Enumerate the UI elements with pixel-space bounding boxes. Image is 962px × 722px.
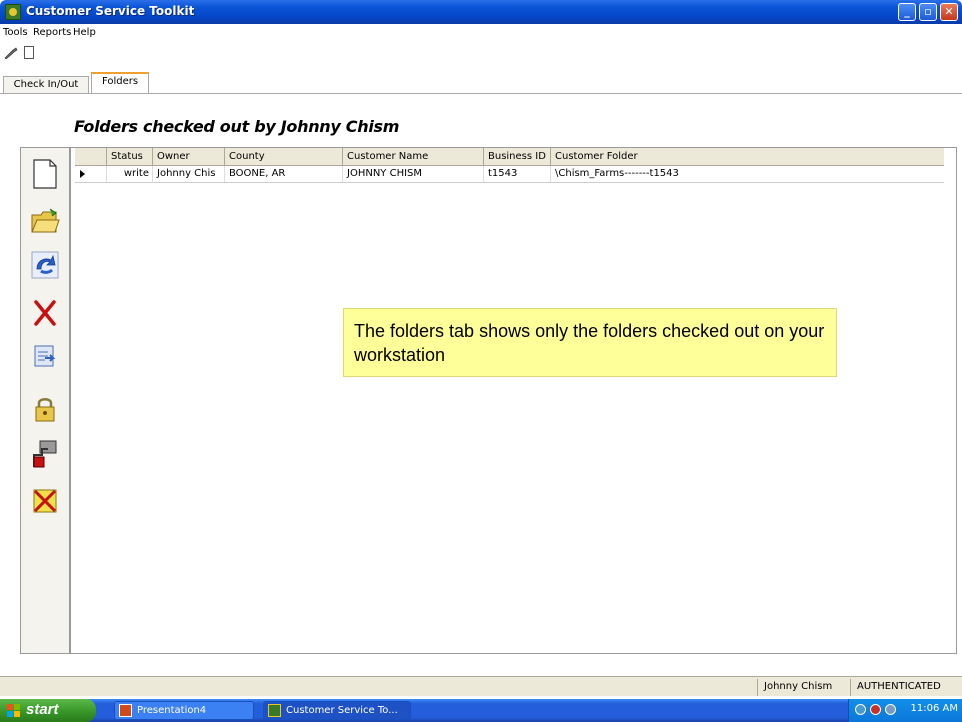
header-selector [75,148,107,165]
cancel-checkout-icon[interactable] [29,485,61,517]
volume-icon[interactable] [885,704,896,715]
menu-bar: Tools Reports Help [0,24,962,42]
column-owner[interactable]: Owner [153,148,225,165]
system-tray: 11:06 AM [848,699,962,722]
column-status[interactable]: Status [107,148,153,165]
cell-customer-folder: \Chism_Farms-------t1543 [555,168,679,179]
windows-logo-icon [7,704,20,717]
status-bar: Johnny Chism AUTHENTICATED [0,676,962,696]
menu-help[interactable]: Help [73,27,96,38]
column-business-id[interactable]: Business ID [484,148,551,165]
task-label: Customer Service To... [286,705,398,716]
transfer-icon[interactable] [29,438,61,470]
taskbar: start Presentation4 Customer Service To.… [0,699,962,722]
maximize-button[interactable]: ▫ [919,3,937,21]
start-label: start [26,701,59,718]
menu-reports[interactable]: Reports [33,27,71,38]
status-user: Johnny Chism [757,679,849,696]
close-button[interactable]: ✕ [940,3,958,21]
page-title: Folders checked out by Johnny Chism [74,117,400,136]
delete-icon[interactable] [29,297,61,329]
column-customer-folder[interactable]: Customer Folder [551,148,944,165]
window-title: Customer Service Toolkit [26,4,195,18]
action-sidebar [20,147,70,654]
cell-business-id: t1543 [484,166,551,182]
table-row[interactable]: write Johnny Chis BOONE, AR JOHNNY CHISM… [75,166,944,183]
start-button[interactable]: start [0,699,96,722]
security-shield-icon[interactable] [870,704,881,715]
info-callout: The folders tab shows only the folders c… [343,308,837,377]
cell-customer-name: JOHNNY CHISM [343,166,484,182]
new-file-icon[interactable] [24,46,34,59]
folders-grid[interactable]: Status Owner County Customer Name Busine… [70,147,957,654]
network-icon[interactable] [855,704,866,715]
row-selector-arrow-icon[interactable] [75,166,107,182]
app-icon [5,4,21,20]
status-auth: AUTHENTICATED [850,679,962,696]
column-customer-name[interactable]: Customer Name [343,148,484,165]
title-bar[interactable]: Customer Service Toolkit _ ▫ ✕ [0,0,962,24]
grid-header: Status Owner County Customer Name Busine… [75,148,944,166]
clock: 11:06 AM [910,703,958,714]
new-document-icon[interactable] [29,158,61,190]
checkin-icon[interactable] [29,341,61,373]
cell-status: write [107,166,153,182]
menu-tools[interactable]: Tools [3,27,28,38]
cell-owner: Johnny Chis [153,166,225,182]
lock-icon[interactable] [29,393,61,425]
refresh-icon[interactable] [29,249,61,281]
toolbar [0,42,962,70]
tab-check-in-out[interactable]: Check In/Out [3,76,89,94]
wrench-icon[interactable] [4,47,18,59]
app-icon [268,704,281,717]
minimize-button[interactable]: _ [898,3,916,21]
tab-strip: Check In/Out Folders [0,72,962,94]
column-county[interactable]: County [225,148,343,165]
cell-county: BOONE, AR [225,166,343,182]
task-customer-service[interactable]: Customer Service To... [263,701,411,720]
tab-divider [0,93,962,94]
open-folder-icon[interactable] [29,205,61,237]
powerpoint-icon [119,704,132,717]
task-label: Presentation4 [137,705,207,716]
task-presentation[interactable]: Presentation4 [114,701,254,720]
tab-folders[interactable]: Folders [91,72,149,94]
